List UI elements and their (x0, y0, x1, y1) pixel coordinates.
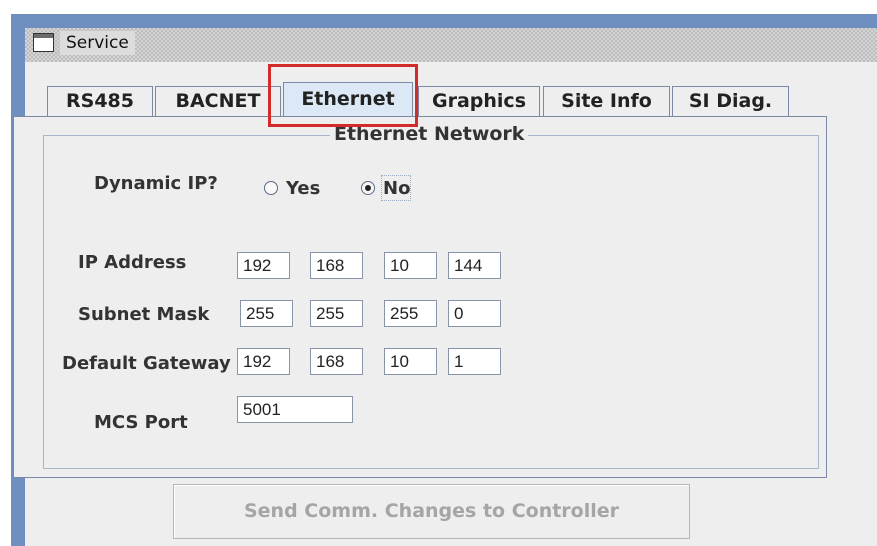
default-gateway-octet-3[interactable]: 10 (384, 348, 437, 375)
ip-address-octet-2[interactable]: 168 (310, 252, 363, 279)
default-gateway-label: Default Gateway (62, 353, 231, 374)
default-gateway-octet-1[interactable]: 192 (237, 348, 290, 375)
ip-address-label: IP Address (78, 252, 187, 273)
dynamic-ip-yes-radio[interactable] (264, 181, 278, 195)
mcs-port-label: MCS Port (94, 412, 188, 433)
subnet-mask-octet-2[interactable]: 255 (310, 300, 363, 327)
tab-graphics[interactable]: Graphics (418, 86, 540, 116)
default-gateway-octet-2[interactable]: 168 (310, 348, 363, 375)
dynamic-ip-no-radio[interactable] (361, 181, 375, 195)
tab-ethernet[interactable]: Ethernet (283, 82, 413, 116)
tab-site-info[interactable]: Site Info (543, 86, 670, 116)
ip-address-octet-4[interactable]: 144 (448, 252, 501, 279)
tab-si-diag[interactable]: SI Diag. (672, 86, 789, 116)
tab-bacnet[interactable]: BACNET (155, 86, 281, 116)
group-title: Ethernet Network (330, 123, 529, 145)
dynamic-ip-no-label[interactable]: No (383, 178, 410, 199)
title-bar[interactable] (25, 28, 877, 62)
send-comm-changes-button[interactable]: Send Comm. Changes to Controller (173, 484, 690, 539)
default-gateway-octet-4[interactable]: 1 (448, 348, 501, 375)
dynamic-ip-label: Dynamic IP? (94, 173, 218, 194)
tab-rs485[interactable]: RS485 (47, 86, 153, 116)
subnet-mask-label: Subnet Mask (78, 304, 210, 325)
dynamic-ip-yes-label[interactable]: Yes (286, 178, 320, 199)
window-icon (33, 33, 54, 52)
mcs-port-input[interactable]: 5001 (237, 396, 353, 423)
ip-address-octet-1[interactable]: 192 (237, 252, 290, 279)
ip-address-octet-3[interactable]: 10 (384, 252, 437, 279)
subnet-mask-octet-4[interactable]: 0 (448, 300, 501, 327)
subnet-mask-octet-1[interactable]: 255 (240, 300, 293, 327)
subnet-mask-octet-3[interactable]: 255 (384, 300, 437, 327)
window-title: Service (60, 31, 135, 55)
